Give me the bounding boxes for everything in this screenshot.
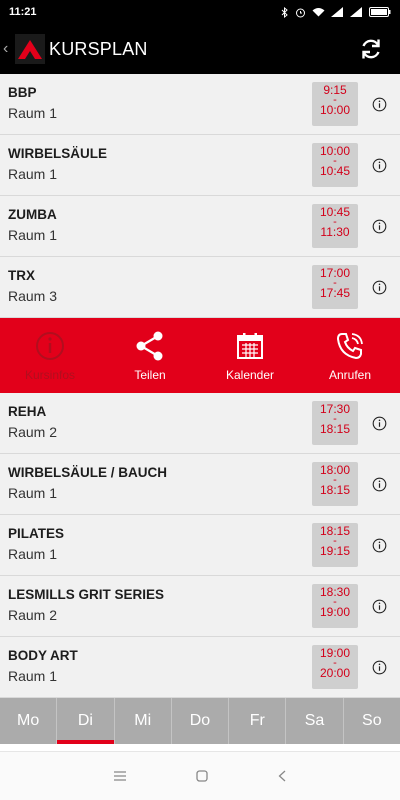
end-time: 20:00 — [319, 666, 351, 680]
course-row[interactable]: ZUMBA Raum 1 10:45-11:30 — [0, 196, 400, 257]
alarm-icon — [296, 8, 305, 17]
end-time: 17:45 — [319, 286, 351, 300]
course-title: PILATES — [8, 526, 65, 541]
action-label: Anrufen — [328, 368, 372, 382]
status-time: 11:21 — [9, 6, 37, 18]
course-time-badge: 10:45-11:30 — [312, 204, 358, 248]
refresh-icon[interactable] — [358, 36, 384, 62]
info-icon[interactable] — [372, 280, 387, 295]
info-icon[interactable] — [372, 660, 387, 675]
day-tab[interactable]: Mi — [115, 698, 172, 744]
info-icon[interactable] — [372, 477, 387, 492]
course-room: Raum 2 — [8, 607, 58, 623]
course-room: Raum 1 — [8, 668, 58, 684]
course-row[interactable]: BODY ART Raum 1 19:00-20:00 — [0, 637, 400, 698]
day-tabs: Mo Di Mi Do Fr Sa So — [0, 698, 400, 744]
course-row[interactable]: LESMILLS GRIT SERIES Raum 2 18:30-19:00 — [0, 576, 400, 637]
home-icon[interactable] — [196, 770, 208, 782]
status-bar: 11:21 — [0, 0, 400, 24]
end-time: 10:45 — [319, 164, 351, 178]
end-time: 18:15 — [319, 422, 351, 436]
info-circle-icon — [36, 332, 64, 360]
menu-icon[interactable] — [114, 771, 126, 781]
course-time-badge: 19:00-20:00 — [312, 645, 358, 689]
course-title: TRX — [8, 268, 35, 283]
course-row[interactable]: WIRBELSÄULE / BAUCH Raum 1 18:00-18:15 — [0, 454, 400, 515]
course-time-badge: 17:30-18:15 — [312, 401, 358, 445]
end-time: 10:00 — [319, 103, 351, 117]
course-title: LESMILLS GRIT SERIES — [8, 587, 165, 602]
course-row[interactable]: BBP Raum 1 9:15-10:00 — [0, 74, 400, 135]
end-time: 18:15 — [319, 483, 351, 497]
course-title: ZUMBA — [8, 207, 57, 222]
calendar-action[interactable]: Kalender — [200, 318, 300, 393]
course-title: WIRBELSÄULE — [8, 146, 107, 161]
end-time: 11:30 — [320, 225, 350, 239]
course-room: Raum 1 — [8, 485, 58, 501]
calendar-icon — [237, 333, 263, 359]
course-room: Raum 3 — [8, 288, 58, 304]
day-tab[interactable]: Di — [57, 698, 115, 744]
call-action[interactable]: Anrufen — [300, 318, 400, 393]
info-icon[interactable] — [372, 219, 387, 234]
course-info-action[interactable]: Kursinfos — [0, 318, 100, 393]
phone-icon — [336, 333, 363, 360]
day-tab[interactable]: Sa — [286, 698, 344, 744]
course-room: Raum 1 — [8, 166, 58, 182]
status-icons — [281, 6, 391, 18]
page-title: KURSPLAN — [49, 38, 148, 59]
day-tab[interactable]: Do — [172, 698, 230, 744]
course-title: BODY ART — [8, 648, 78, 663]
back-button[interactable]: ‹ — [3, 40, 13, 58]
course-action-bar: Kursinfos Teilen Kalender Anrufen — [0, 318, 400, 393]
end-time: 19:00 — [319, 605, 351, 619]
share-action[interactable]: Teilen — [100, 318, 200, 393]
course-time-badge: 10:00-10:45 — [312, 143, 358, 187]
day-tab[interactable]: Fr — [229, 698, 287, 744]
end-time: 19:15 — [319, 544, 351, 558]
course-time-badge: 18:15-19:15 — [312, 523, 358, 567]
course-time-badge: 18:00-18:15 — [312, 462, 358, 506]
bluetooth-icon — [281, 6, 288, 18]
info-icon[interactable] — [372, 97, 387, 112]
battery-icon — [369, 7, 391, 17]
action-label: Kursinfos — [24, 368, 76, 382]
day-tab[interactable]: Mo — [0, 698, 58, 744]
course-time-badge: 9:15-10:00 — [312, 82, 358, 126]
back-icon[interactable] — [278, 770, 286, 782]
app-logo-icon — [15, 34, 45, 64]
wifi-icon — [312, 8, 325, 17]
info-icon[interactable] — [372, 158, 387, 173]
info-icon[interactable] — [372, 538, 387, 553]
info-icon[interactable] — [372, 416, 387, 431]
share-icon — [136, 331, 163, 361]
app-bar: ‹ KURSPLAN — [0, 24, 400, 74]
signal-icon-2 — [350, 7, 362, 17]
course-room: Raum 1 — [8, 546, 58, 562]
info-icon[interactable] — [372, 599, 387, 614]
course-row[interactable]: TRX Raum 3 17:00-17:45 — [0, 257, 400, 318]
course-row[interactable]: REHA Raum 2 17:30-18:15 — [0, 393, 400, 454]
course-time-badge: 18:30-19:00 — [312, 584, 358, 628]
action-label: Teilen — [134, 368, 166, 382]
course-room: Raum 2 — [8, 424, 58, 440]
course-room: Raum 1 — [8, 105, 58, 121]
course-time-badge: 17:00-17:45 — [312, 265, 358, 309]
course-title: REHA — [8, 404, 47, 419]
system-nav-bar — [0, 751, 400, 800]
course-list: BBP Raum 1 9:15-10:00 WIRBELSÄULE Raum 1 10:0… — [0, 74, 400, 698]
course-row[interactable]: PILATES Raum 1 18:15-19:15 — [0, 515, 400, 576]
course-title: WIRBELSÄULE / BAUCH — [8, 465, 167, 480]
course-room: Raum 1 — [8, 227, 58, 243]
course-row[interactable]: WIRBELSÄULE Raum 1 10:00-10:45 — [0, 135, 400, 196]
signal-icon — [331, 7, 343, 17]
day-tab[interactable]: So — [344, 698, 400, 744]
action-label: Kalender — [225, 368, 275, 382]
course-title: BBP — [8, 85, 37, 100]
